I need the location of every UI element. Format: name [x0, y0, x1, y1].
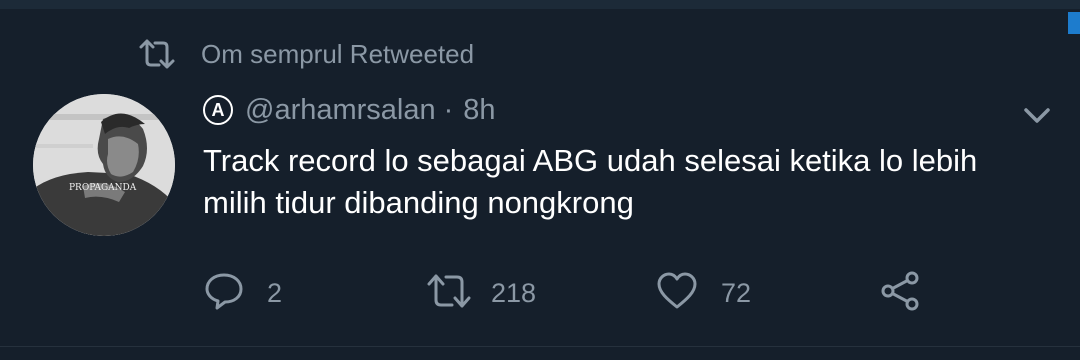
user-handle[interactable]: @arhamrsalan — [245, 94, 436, 127]
tweet-text-line: milih tidur dibanding nongkrong — [203, 185, 634, 220]
retweet-notice-text[interactable]: Om semprul Retweeted — [201, 39, 474, 70]
like-count: 72 — [721, 277, 752, 308]
retweet-count: 218 — [491, 277, 537, 308]
like-button[interactable]: 72 — [655, 268, 751, 318]
retweet-icon — [137, 37, 177, 71]
avatar-shirt-text: PROPAGANDA — [69, 183, 137, 193]
reply-icon — [203, 270, 245, 317]
scroll-indicator — [1068, 12, 1080, 34]
top-bar — [0, 0, 1080, 9]
avatar[interactable]: PROPAGANDA — [33, 94, 175, 236]
timestamp[interactable]: 8h — [463, 94, 495, 127]
retweet-button[interactable]: 218 — [425, 268, 536, 318]
share-button[interactable] — [879, 268, 923, 318]
tweet-text: Track record lo sebagai ABG udah selesai… — [203, 140, 1023, 224]
chevron-down-icon[interactable] — [1020, 100, 1054, 130]
tweet-text-line: Track record lo sebagai ABG udah selesai… — [203, 143, 978, 178]
like-icon — [655, 270, 699, 317]
reply-button[interactable]: 2 — [203, 268, 282, 318]
separator-dot: · — [443, 93, 454, 126]
retweet-notice: Om semprul Retweeted — [137, 34, 474, 74]
anarchy-icon: A — [203, 95, 233, 125]
retweet-icon — [425, 270, 473, 317]
tweet-header: A @arhamrsalan · 8h — [203, 90, 496, 130]
divider — [0, 346, 1080, 347]
share-icon — [879, 269, 923, 318]
reply-count: 2 — [267, 277, 283, 308]
